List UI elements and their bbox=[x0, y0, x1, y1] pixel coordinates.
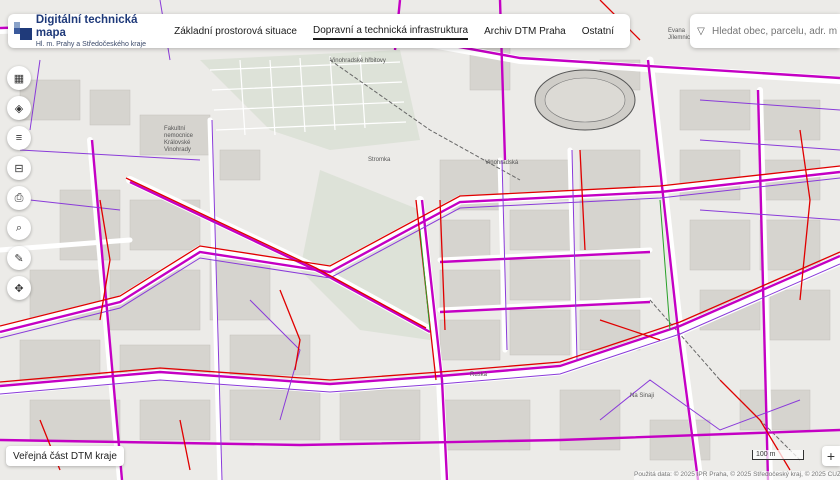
pencil-icon[interactable]: ✎ bbox=[7, 246, 31, 270]
app-title: Digitální technická mapa bbox=[35, 13, 138, 39]
app-subtitle: Hl. m. Prahy a Středočeského kraje bbox=[35, 40, 146, 48]
map-label-stromka: Stromka bbox=[368, 157, 391, 163]
nav-item-transport-infrastructure[interactable]: Dopravní a technická infrastruktura bbox=[312, 23, 469, 40]
map-label-cemetery: Vinohradské hřbitovy bbox=[330, 58, 386, 64]
search-box: ▽ bbox=[690, 14, 840, 48]
map-label-ruska: Ruská bbox=[470, 372, 488, 378]
stadium bbox=[534, 69, 636, 131]
zoom-in-button[interactable]: + bbox=[822, 446, 840, 466]
funnel-icon[interactable]: ▽ bbox=[690, 26, 712, 37]
search-input[interactable] bbox=[712, 25, 838, 37]
qr-grid-icon[interactable]: ▦ bbox=[7, 66, 31, 90]
move-icon[interactable]: ✥ bbox=[7, 276, 31, 300]
nav-item-archive[interactable]: Archiv DTM Praha bbox=[484, 24, 566, 39]
map-toolbar: ▦ ◈ ≡ ⊟ ⎙ ⌕ ✎ ✥ bbox=[7, 66, 31, 306]
map-attribution: Použitá data: © 2025 IPR Praha, © 2025 S… bbox=[634, 471, 840, 480]
nav-item-basic-situation[interactable]: Základní prostorová situace bbox=[174, 24, 297, 39]
layers-icon[interactable]: ◈ bbox=[7, 96, 31, 120]
list-icon[interactable]: ≡ bbox=[7, 126, 31, 150]
map-label-vinohradska: Vinohradská bbox=[485, 160, 519, 166]
print-icon[interactable]: ⎙ bbox=[7, 186, 31, 210]
scale-bar: 100 m bbox=[752, 450, 804, 460]
main-nav: Základní prostorová situace Dopravní a t… bbox=[174, 23, 630, 40]
app-header: Digitální technická mapa Hl. m. Prahy a … bbox=[8, 14, 630, 48]
public-part-label[interactable]: Veřejná část DTM kraje bbox=[6, 446, 124, 466]
app-logo[interactable]: Digitální technická mapa Hl. m. Prahy a … bbox=[8, 14, 162, 49]
measure-area-icon[interactable]: ⊟ bbox=[7, 156, 31, 180]
nav-item-other[interactable]: Ostatní bbox=[582, 24, 614, 39]
map-label-na-sinaji: Na Sinaji bbox=[630, 393, 655, 399]
map-label-hospital: Fakultní nemocnice Královské Vinohrady bbox=[164, 126, 194, 153]
dtm-map[interactable] bbox=[0, 0, 840, 480]
logo-mark-icon bbox=[14, 22, 32, 40]
search-location-icon[interactable]: ⌕ bbox=[7, 216, 31, 240]
